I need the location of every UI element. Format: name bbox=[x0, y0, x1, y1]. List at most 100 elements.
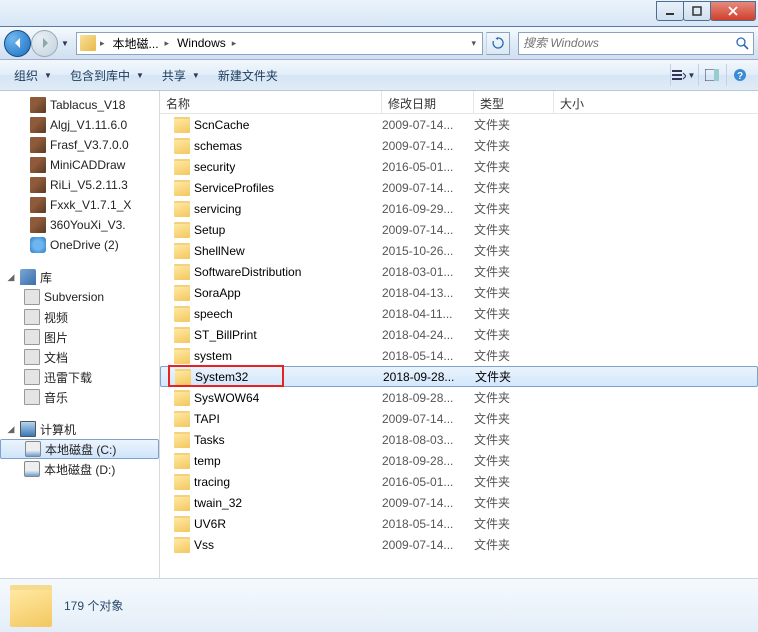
file-name: speech bbox=[194, 307, 382, 321]
minimize-button[interactable] bbox=[656, 1, 684, 21]
file-row[interactable]: security2016-05-01...文件夹 bbox=[160, 156, 758, 177]
nav-item-icon bbox=[30, 137, 46, 153]
nav-item[interactable]: Frasf_V3.7.0.0 bbox=[0, 135, 159, 155]
nav-item[interactable]: 本地磁盘 (C:) bbox=[0, 439, 159, 459]
nav-item[interactable]: 360YouXi_V3. bbox=[0, 215, 159, 235]
refresh-button[interactable] bbox=[486, 32, 510, 55]
file-row[interactable]: temp2018-09-28...文件夹 bbox=[160, 450, 758, 471]
nav-item-label: Subversion bbox=[44, 290, 104, 304]
file-row[interactable]: Vss2009-07-14...文件夹 bbox=[160, 534, 758, 555]
nav-item[interactable]: 视频 bbox=[0, 307, 159, 327]
include-in-library-button[interactable]: 包含到库中▼ bbox=[62, 63, 152, 88]
refresh-icon bbox=[492, 37, 504, 49]
organize-button[interactable]: 组织▼ bbox=[6, 63, 60, 88]
file-row[interactable]: Tasks2018-08-03...文件夹 bbox=[160, 429, 758, 450]
nav-item[interactable]: MiniCADDraw bbox=[0, 155, 159, 175]
file-row[interactable]: speech2018-04-11...文件夹 bbox=[160, 303, 758, 324]
library-icon bbox=[20, 269, 36, 285]
nav-item[interactable]: Fxxk_V1.7.1_X bbox=[0, 195, 159, 215]
file-row[interactable]: ST_BillPrint2018-04-24...文件夹 bbox=[160, 324, 758, 345]
preview-pane-button[interactable] bbox=[698, 64, 724, 86]
file-date: 2009-07-14... bbox=[382, 538, 474, 552]
navigation-pane[interactable]: Tablacus_V18Algj_V1.11.6.0Frasf_V3.7.0.0… bbox=[0, 91, 160, 578]
search-input[interactable] bbox=[519, 36, 731, 50]
new-folder-button[interactable]: 新建文件夹 bbox=[210, 63, 286, 88]
nav-item[interactable]: 迅雷下载 bbox=[0, 367, 159, 387]
nav-item-icon bbox=[24, 461, 40, 477]
close-button[interactable] bbox=[710, 1, 756, 21]
file-date: 2009-07-14... bbox=[382, 496, 474, 510]
forward-button[interactable] bbox=[31, 30, 58, 57]
file-row[interactable]: SoftwareDistribution2018-03-01...文件夹 bbox=[160, 261, 758, 282]
address-dropdown-icon[interactable]: ▾ bbox=[465, 38, 482, 49]
nav-item-label: 本地磁盘 (D:) bbox=[44, 461, 115, 478]
column-date[interactable]: 修改日期 bbox=[382, 91, 474, 113]
search-icon[interactable] bbox=[731, 37, 753, 50]
nav-item-icon bbox=[24, 329, 40, 345]
folder-icon bbox=[10, 585, 52, 627]
share-button[interactable]: 共享▼ bbox=[154, 63, 208, 88]
nav-item-icon bbox=[30, 197, 46, 213]
file-type: 文件夹 bbox=[475, 368, 555, 385]
nav-item[interactable]: OneDrive (2) bbox=[0, 235, 159, 255]
file-row[interactable]: System322018-09-28...文件夹 bbox=[160, 366, 758, 387]
chevron-right-icon[interactable]: ▸ bbox=[230, 38, 239, 49]
view-options-button[interactable]: ▼ bbox=[670, 64, 696, 86]
file-row[interactable]: tracing2016-05-01...文件夹 bbox=[160, 471, 758, 492]
window-titlebar bbox=[0, 0, 758, 27]
file-name: Vss bbox=[194, 538, 382, 552]
file-date: 2018-08-03... bbox=[382, 433, 474, 447]
file-date: 2016-09-29... bbox=[382, 202, 474, 216]
file-row[interactable]: Setup2009-07-14...文件夹 bbox=[160, 219, 758, 240]
nav-libraries[interactable]: ◢库 bbox=[0, 267, 159, 287]
file-date: 2009-07-14... bbox=[382, 139, 474, 153]
breadcrumb-item[interactable]: 本地磁... bbox=[107, 33, 163, 54]
file-type: 文件夹 bbox=[474, 242, 554, 259]
nav-item-label: 文档 bbox=[44, 349, 68, 366]
folder-icon bbox=[174, 348, 190, 364]
breadcrumb-label: 本地磁... bbox=[113, 35, 159, 52]
file-type: 文件夹 bbox=[474, 116, 554, 133]
collapse-icon[interactable]: ◢ bbox=[6, 272, 16, 283]
file-row[interactable]: ShellNew2015-10-26...文件夹 bbox=[160, 240, 758, 261]
help-button[interactable]: ? bbox=[726, 64, 752, 86]
file-row[interactable]: servicing2016-09-29...文件夹 bbox=[160, 198, 758, 219]
breadcrumb-item[interactable]: Windows bbox=[171, 33, 230, 54]
chevron-right-icon[interactable]: ▸ bbox=[163, 38, 172, 49]
nav-item[interactable]: Algj_V1.11.6.0 bbox=[0, 115, 159, 135]
file-row[interactable]: TAPI2009-07-14...文件夹 bbox=[160, 408, 758, 429]
folder-icon bbox=[174, 390, 190, 406]
file-row[interactable]: twain_322009-07-14...文件夹 bbox=[160, 492, 758, 513]
window-controls bbox=[657, 1, 756, 21]
file-row[interactable]: ServiceProfiles2009-07-14...文件夹 bbox=[160, 177, 758, 198]
file-row[interactable]: SoraApp2018-04-13...文件夹 bbox=[160, 282, 758, 303]
column-size[interactable]: 大小 bbox=[554, 91, 634, 113]
file-rows[interactable]: ScnCache2009-07-14...文件夹schemas2009-07-1… bbox=[160, 114, 758, 578]
back-button[interactable] bbox=[4, 30, 31, 57]
nav-computer[interactable]: ◢计算机 bbox=[0, 419, 159, 439]
recent-history-dropdown[interactable]: ▼ bbox=[58, 39, 72, 48]
nav-item-label: 360YouXi_V3. bbox=[50, 218, 126, 232]
file-row[interactable]: UV6R2018-05-14...文件夹 bbox=[160, 513, 758, 534]
file-row[interactable]: ScnCache2009-07-14...文件夹 bbox=[160, 114, 758, 135]
collapse-icon[interactable]: ◢ bbox=[6, 424, 16, 435]
column-type[interactable]: 类型 bbox=[474, 91, 554, 113]
file-date: 2009-07-14... bbox=[382, 118, 474, 132]
nav-item[interactable]: RiLi_V5.2.11.3 bbox=[0, 175, 159, 195]
file-date: 2018-04-13... bbox=[382, 286, 474, 300]
maximize-button[interactable] bbox=[683, 1, 711, 21]
address-bar[interactable]: ▸ 本地磁... ▸ Windows ▸ ▾ bbox=[76, 32, 483, 55]
nav-item[interactable]: 图片 bbox=[0, 327, 159, 347]
nav-item[interactable]: 文档 bbox=[0, 347, 159, 367]
nav-item[interactable]: Tablacus_V18 bbox=[0, 95, 159, 115]
file-row[interactable]: system2018-05-14...文件夹 bbox=[160, 345, 758, 366]
chevron-right-icon[interactable]: ▸ bbox=[98, 38, 107, 49]
file-row[interactable]: schemas2009-07-14...文件夹 bbox=[160, 135, 758, 156]
nav-item[interactable]: Subversion bbox=[0, 287, 159, 307]
column-name[interactable]: 名称 bbox=[160, 91, 382, 113]
nav-item[interactable]: 本地磁盘 (D:) bbox=[0, 459, 159, 479]
nav-item[interactable]: 音乐 bbox=[0, 387, 159, 407]
file-row[interactable]: SysWOW642018-09-28...文件夹 bbox=[160, 387, 758, 408]
search-box[interactable] bbox=[518, 32, 754, 55]
file-type: 文件夹 bbox=[474, 305, 554, 322]
